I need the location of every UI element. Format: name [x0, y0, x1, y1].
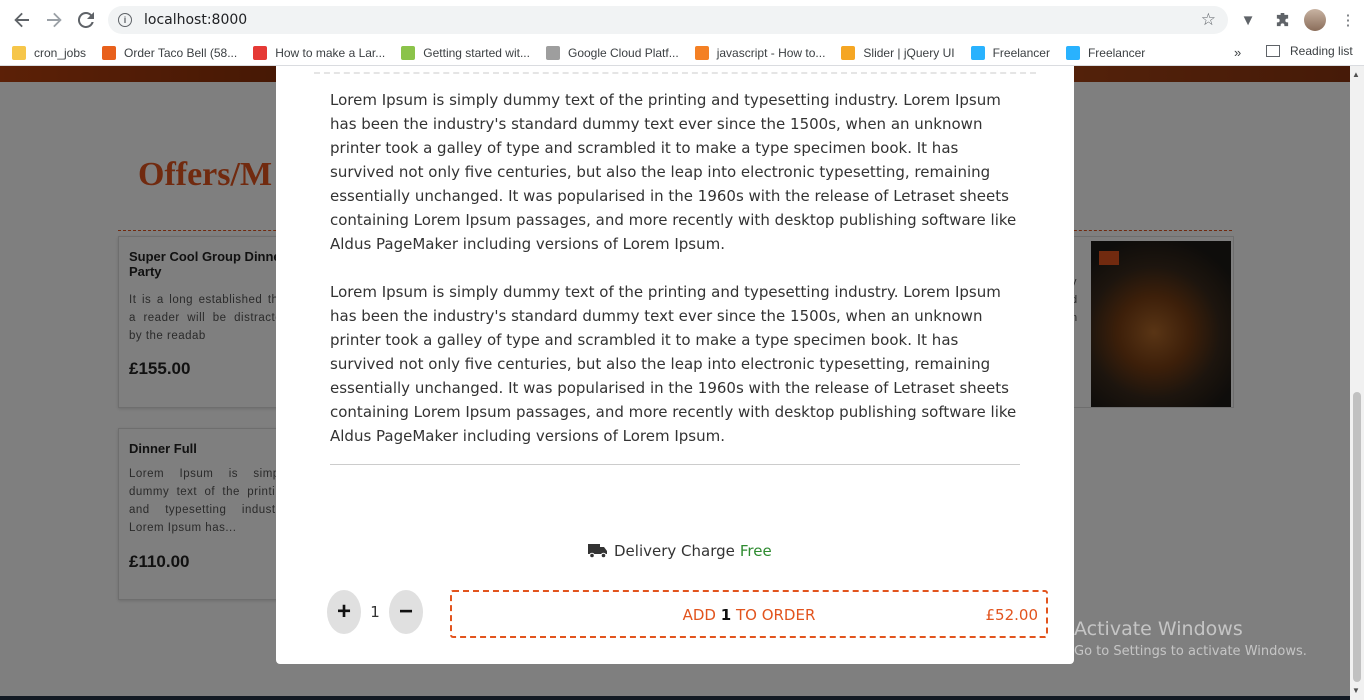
watermark-subtitle: Go to Settings to activate Windows. [1074, 644, 1307, 659]
bookmark-label: How to make a Lar... [275, 45, 386, 60]
browser-toolbar: i localhost:8000 ☆ ▼ ⋮ [0, 0, 1364, 40]
bookmark-label: Getting started wit... [423, 45, 530, 60]
add-to-order-label: ADD 1 TO ORDER [452, 606, 1046, 624]
delivery-charge-label: Delivery Charge [614, 542, 735, 560]
bookmark-label: Freelancer [992, 45, 1050, 60]
bookmark-label: Freelancer [1087, 45, 1146, 60]
scroll-down-arrow-icon[interactable]: ▼ [1352, 686, 1360, 695]
scrollbar-thumb[interactable] [1353, 392, 1361, 682]
delivery-charge-value: Free [739, 542, 772, 560]
extensions-puzzle-icon[interactable] [1270, 6, 1294, 34]
bookmark-label: Google Cloud Platf... [567, 45, 679, 60]
scroll-up-arrow-icon[interactable]: ▲ [1352, 70, 1360, 79]
bookmark-favicon-icon [401, 45, 416, 60]
truck-icon [588, 544, 607, 558]
bookmark-item[interactable]: Slider | jQuery UI [841, 45, 955, 60]
product-modal: Lorem Ipsum is simply dummy text of the … [276, 66, 1074, 664]
back-arrow-icon[interactable] [6, 4, 38, 36]
delivery-charge: Delivery Charge Free [588, 542, 772, 560]
bookmark-favicon-icon [694, 45, 709, 60]
bookmark-item[interactable]: Freelancer [1065, 45, 1146, 60]
bookmark-label: Order Taco Bell (58... [124, 45, 238, 60]
bookmark-favicon-icon [1065, 45, 1080, 60]
bookmark-favicon-icon [841, 45, 856, 60]
windows-activation-watermark: Activate Windows Go to Settings to activ… [1074, 618, 1307, 659]
decrease-quantity-button[interactable]: − [389, 590, 423, 634]
bookmark-item[interactable]: How to make a Lar... [253, 45, 386, 60]
reading-list-label: Reading list [1290, 44, 1353, 58]
modal-top-divider [314, 72, 1036, 74]
quantity-value: 1 [370, 603, 380, 621]
page-scrollbar[interactable]: ▲ ▼ [1350, 66, 1364, 700]
bookmark-favicon-icon [545, 45, 560, 60]
bookmark-star-icon[interactable]: ☆ [1201, 10, 1216, 30]
bookmark-favicon-icon [253, 45, 268, 60]
bookmark-item[interactable]: Order Taco Bell (58... [102, 45, 238, 60]
add-quantity: 1 [720, 606, 732, 624]
bookmark-favicon-icon [970, 45, 985, 60]
increase-quantity-button[interactable]: + [327, 590, 361, 634]
add-to-order-price: £52.00 [985, 606, 1039, 624]
quantity-stepper: + 1 − [327, 590, 423, 634]
profile-avatar[interactable] [1304, 9, 1326, 31]
bookmark-item[interactable]: Getting started wit... [401, 45, 530, 60]
description-paragraph: Lorem Ipsum is simply dummy text of the … [330, 91, 1017, 253]
bookmark-label: Slider | jQuery UI [863, 45, 955, 60]
add-suffix: TO ORDER [735, 606, 816, 624]
reload-icon[interactable] [70, 4, 102, 36]
address-bar[interactable]: i localhost:8000 ☆ [108, 6, 1228, 34]
info-icon[interactable]: i [118, 13, 132, 27]
description-paragraph: Lorem Ipsum is simply dummy text of the … [330, 283, 1017, 445]
bookmark-favicon-icon [12, 45, 26, 60]
reading-list-button[interactable]: Reading list [1266, 44, 1353, 58]
vpn-extension-icon[interactable]: ▼ [1236, 6, 1260, 34]
bookmark-label: javascript - How to... [716, 45, 826, 60]
add-to-order-button[interactable]: ADD 1 TO ORDER £52.00 [450, 590, 1048, 638]
bookmark-label: cron_jobs [34, 45, 87, 60]
reading-list-icon [1266, 45, 1280, 57]
modal-divider [330, 464, 1020, 465]
bookmarks-overflow-button[interactable]: » [1234, 45, 1241, 60]
url-text[interactable]: localhost:8000 [144, 12, 247, 28]
bookmark-item[interactable]: javascript - How to... [694, 45, 826, 60]
bookmark-item[interactable]: cron_jobs [12, 45, 87, 60]
bookmark-favicon-icon [102, 45, 117, 60]
watermark-title: Activate Windows [1074, 618, 1243, 640]
bookmark-item[interactable]: Freelancer [970, 45, 1050, 60]
bookmark-item[interactable]: Google Cloud Platf... [545, 45, 679, 60]
bookmarks-bar: cron_jobs Order Taco Bell (58... How to ma… [0, 40, 1364, 66]
forward-arrow-icon[interactable] [38, 4, 70, 36]
menu-kebab-icon[interactable]: ⋮ [1336, 6, 1360, 34]
add-prefix: ADD [682, 606, 716, 624]
